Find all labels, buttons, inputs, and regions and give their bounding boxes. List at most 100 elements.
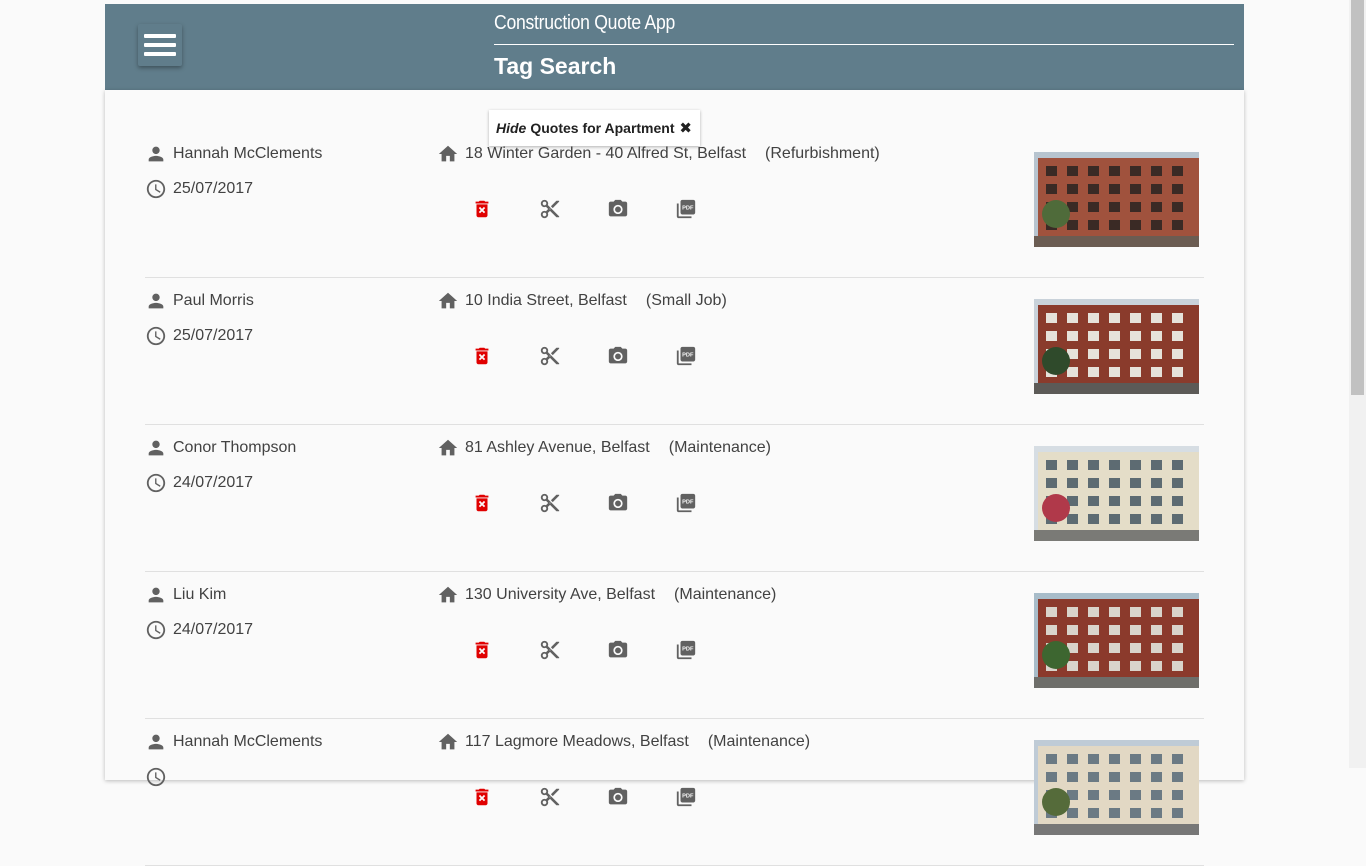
svg-text:PDF: PDF (682, 352, 694, 358)
photo-button[interactable] (607, 198, 629, 220)
clock-icon (146, 620, 166, 640)
row-actions: PDF (471, 345, 697, 367)
pdf-icon: PDF (676, 787, 696, 807)
row-actions: PDF (471, 639, 697, 661)
quote-date-field: 24/07/2017 (145, 619, 253, 641)
page-title: Tag Search (494, 53, 617, 79)
photo-button[interactable] (607, 345, 629, 367)
camera-icon (608, 346, 628, 364)
clock-icon (146, 179, 166, 199)
quote-date: 25/07/2017 (173, 327, 254, 344)
quote-row[interactable]: Paul Morris 25/07/2017 10 India Street, … (145, 278, 1204, 425)
clock-icon (146, 767, 166, 787)
quote-address: 18 Winter Garden - 40 Alfred St, Belfast (465, 145, 747, 162)
property-photo[interactable] (1034, 446, 1199, 541)
home-icon (438, 145, 458, 162)
client-name-field: Hannah McClements (145, 143, 322, 165)
scissors-icon (540, 787, 560, 807)
cut-button[interactable] (539, 492, 561, 514)
building-image (1034, 740, 1199, 835)
home-icon (438, 733, 458, 750)
scissors-icon (540, 346, 560, 366)
quote-type: (Refurbishment) (765, 145, 880, 162)
building-image (1034, 593, 1199, 688)
home-icon (438, 439, 458, 456)
delete-button[interactable] (471, 345, 493, 367)
quote-address: 130 University Ave, Belfast (465, 586, 656, 603)
address-field: 10 India Street, Belfast (Small Job) (437, 290, 727, 312)
quote-row[interactable]: Conor Thompson 24/07/2017 81 Ashley Aven… (145, 425, 1204, 572)
cut-button[interactable] (539, 345, 561, 367)
scrollbar-thumb[interactable] (1351, 0, 1364, 395)
header-divider (494, 44, 1234, 45)
quote-date-field: 25/07/2017 (145, 325, 253, 347)
svg-text:PDF: PDF (682, 205, 694, 211)
client-name: Paul Morris (173, 292, 254, 309)
delete-icon (475, 347, 489, 365)
delete-button[interactable] (471, 492, 493, 514)
row-actions: PDF (471, 198, 697, 220)
address-field: 18 Winter Garden - 40 Alfred St, Belfast… (437, 143, 880, 165)
delete-icon (475, 200, 489, 218)
person-icon (148, 293, 164, 309)
address-field: 130 University Ave, Belfast (Maintenance… (437, 584, 776, 606)
row-actions: PDF (471, 492, 697, 514)
property-photo[interactable] (1034, 593, 1199, 688)
app-header: Construction Quote App Tag Search (105, 4, 1244, 90)
building-image (1034, 446, 1199, 541)
quote-date: 25/07/2017 (173, 180, 254, 197)
scrollbar[interactable] (1349, 0, 1366, 768)
property-photo[interactable] (1034, 740, 1199, 835)
delete-button[interactable] (471, 639, 493, 661)
pdf-icon: PDF (676, 346, 696, 366)
cut-button[interactable] (539, 198, 561, 220)
camera-icon (608, 640, 628, 658)
photo-button[interactable] (607, 639, 629, 661)
svg-text:PDF: PDF (682, 499, 694, 505)
hamburger-icon (144, 34, 176, 38)
camera-icon (608, 493, 628, 511)
camera-icon (608, 787, 628, 805)
property-photo[interactable] (1034, 152, 1199, 247)
client-name: Conor Thompson (173, 439, 297, 456)
quote-row[interactable]: Hannah McClements 25/07/2017 18 Winter G… (145, 131, 1204, 278)
quote-date-field (145, 766, 173, 788)
photo-button[interactable] (607, 492, 629, 514)
scissors-icon (540, 199, 560, 219)
photo-button[interactable] (607, 786, 629, 808)
pdf-icon: PDF (676, 493, 696, 513)
delete-button[interactable] (471, 198, 493, 220)
delete-icon (475, 494, 489, 512)
quote-row[interactable]: Liu Kim 24/07/2017 130 University Ave, B… (145, 572, 1204, 719)
person-icon (148, 146, 164, 162)
property-photo[interactable] (1034, 299, 1199, 394)
cut-button[interactable] (539, 639, 561, 661)
pdf-button[interactable]: PDF (675, 492, 697, 514)
cut-button[interactable] (539, 786, 561, 808)
pdf-button[interactable]: PDF (675, 786, 697, 808)
menu-button[interactable] (138, 24, 182, 66)
quote-date-field: 24/07/2017 (145, 472, 253, 494)
pdf-icon: PDF (676, 640, 696, 660)
quote-date: 24/07/2017 (173, 621, 254, 638)
pdf-button[interactable]: PDF (675, 345, 697, 367)
clock-icon (146, 326, 166, 346)
delete-button[interactable] (471, 786, 493, 808)
pdf-button[interactable]: PDF (675, 198, 697, 220)
row-actions: PDF (471, 786, 697, 808)
quote-address: 10 India Street, Belfast (465, 292, 627, 309)
quote-date-field: 25/07/2017 (145, 178, 253, 200)
app-title: Construction Quote App (494, 12, 676, 34)
building-image (1034, 299, 1199, 394)
camera-icon (608, 199, 628, 217)
quote-type: (Maintenance) (707, 733, 811, 750)
pdf-button[interactable]: PDF (675, 639, 697, 661)
client-name-field: Paul Morris (145, 290, 254, 312)
client-name: Hannah McClements (173, 733, 323, 750)
delete-icon (475, 788, 489, 806)
client-name: Liu Kim (173, 586, 227, 603)
person-icon (148, 587, 164, 603)
svg-text:PDF: PDF (682, 793, 694, 799)
client-name-field: Liu Kim (145, 584, 226, 606)
quote-row[interactable]: Hannah McClements 117 Lagmore Meadows, B… (145, 719, 1204, 866)
